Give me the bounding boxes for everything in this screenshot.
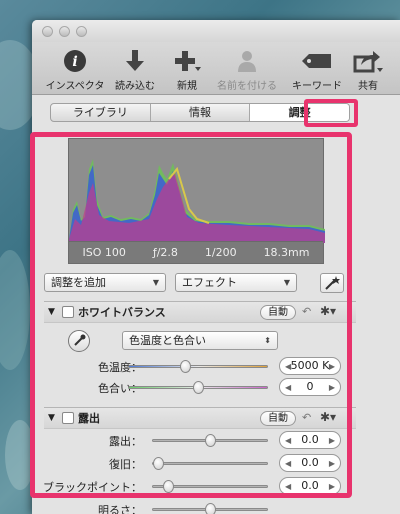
toolbar: i インスペクタ 読み込む 新規 名前を付ける キーワード 共有	[32, 42, 400, 95]
share-label: 共有	[358, 81, 378, 92]
plus-icon	[173, 48, 201, 74]
minimize-window-button[interactable]	[59, 25, 70, 37]
inspector-button[interactable]: i インスペクタ	[40, 48, 110, 92]
new-button[interactable]: 新規	[166, 48, 208, 92]
share-button[interactable]: 共有	[352, 48, 384, 92]
keywords-button[interactable]: キーワード	[286, 48, 348, 92]
keywords-label: キーワード	[292, 81, 342, 92]
tag-icon	[301, 48, 333, 74]
import-button[interactable]: 読み込む	[110, 48, 160, 92]
slider-knob[interactable]	[204, 503, 216, 514]
adjustments-tab-highlight	[304, 99, 358, 127]
tab-library[interactable]: ライブラリ	[51, 104, 151, 121]
new-label: 新規	[177, 81, 197, 92]
brightness-slider[interactable]	[152, 503, 268, 514]
zoom-window-button[interactable]	[76, 25, 87, 37]
inspector-label: インスペクタ	[45, 81, 105, 92]
close-window-button[interactable]	[42, 25, 53, 37]
info-icon: i	[63, 48, 87, 74]
adjustments-highlight	[30, 132, 352, 498]
svg-text:i: i	[72, 54, 77, 70]
person-icon	[236, 48, 258, 74]
tab-info[interactable]: 情報	[151, 104, 251, 121]
brightness-label: 明るさ：	[98, 504, 142, 514]
name-faces-button[interactable]: 名前を付ける	[212, 48, 282, 92]
brightness-row: 明るさ：	[44, 499, 356, 514]
title-bar	[32, 20, 400, 42]
import-label: 読み込む	[115, 81, 155, 92]
share-icon	[353, 48, 383, 74]
import-arrow-icon	[124, 48, 146, 74]
name-faces-label: 名前を付ける	[217, 81, 277, 92]
